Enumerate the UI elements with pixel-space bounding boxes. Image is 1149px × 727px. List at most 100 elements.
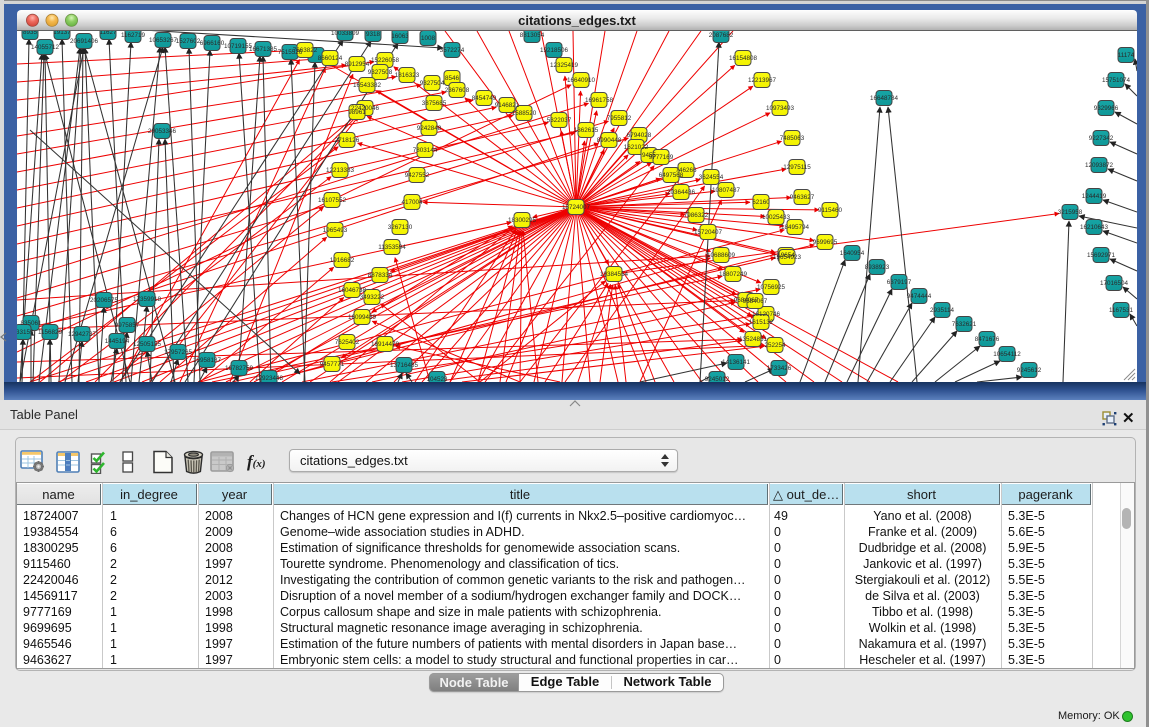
svg-text:16210643: 16210643 xyxy=(1080,224,1109,231)
svg-text:16154808: 16154808 xyxy=(729,55,758,62)
svg-text:10025433: 10025433 xyxy=(762,214,791,221)
svg-text:9474444: 9474444 xyxy=(907,293,932,300)
svg-text:104523: 104523 xyxy=(426,376,448,382)
svg-text:13716485: 13716485 xyxy=(390,362,419,369)
svg-text:19137: 19137 xyxy=(53,31,71,36)
svg-text:1816323: 1816323 xyxy=(395,72,420,79)
svg-text:8454749: 8454749 xyxy=(472,95,497,102)
svg-text:9242848: 9242848 xyxy=(417,125,442,132)
svg-text:10958187: 10958187 xyxy=(193,357,222,364)
svg-text:16046738: 16046738 xyxy=(338,287,367,294)
svg-text:3267130: 3267130 xyxy=(388,224,413,231)
svg-text:20364436: 20364436 xyxy=(667,189,696,196)
svg-text:1008: 1008 xyxy=(421,35,436,42)
svg-text:3493222: 3493222 xyxy=(360,294,385,301)
svg-text:10653267: 10653267 xyxy=(149,37,178,44)
svg-text:18807249: 18807249 xyxy=(719,271,748,278)
svg-text:15751074: 15751074 xyxy=(1102,77,1131,84)
svg-text:1156829: 1156829 xyxy=(38,329,63,336)
svg-text:12505135: 12505135 xyxy=(133,341,162,348)
svg-text:9699695: 9699695 xyxy=(813,239,838,246)
svg-text:9327508: 9327508 xyxy=(368,69,393,76)
svg-text:10807487: 10807487 xyxy=(712,187,741,194)
svg-text:11353594: 11353594 xyxy=(378,244,406,251)
svg-text:19654923: 19654923 xyxy=(773,254,802,261)
svg-text:62160: 62160 xyxy=(752,199,770,206)
svg-text:1916682: 1916682 xyxy=(330,257,355,264)
svg-text:7803144: 7803144 xyxy=(413,147,438,154)
svg-text:18724007: 18724007 xyxy=(562,204,591,211)
svg-text:2087682: 2087682 xyxy=(709,32,734,39)
svg-text:8990448: 8990448 xyxy=(597,137,622,144)
svg-text:8912954: 8912954 xyxy=(345,61,370,68)
svg-text:9329966: 9329966 xyxy=(1094,105,1119,112)
svg-text:10654112: 10654112 xyxy=(993,351,1021,358)
svg-text:10756925: 10756925 xyxy=(757,284,786,291)
svg-text:9777169: 9777169 xyxy=(649,154,674,161)
svg-text:17359918: 17359918 xyxy=(133,296,162,303)
svg-text:12213967: 12213967 xyxy=(748,77,777,84)
svg-text:9684067: 9684067 xyxy=(743,298,768,305)
svg-text:98961: 98961 xyxy=(348,109,366,116)
svg-text:1588520: 1588520 xyxy=(512,110,537,117)
svg-text:16961758: 16961758 xyxy=(585,97,614,104)
svg-text:14055712: 14055712 xyxy=(31,44,60,51)
svg-text:3875685: 3875685 xyxy=(422,100,447,107)
svg-text:8660124: 8660124 xyxy=(318,55,343,62)
svg-text:1362615: 1362615 xyxy=(574,127,599,134)
svg-text:1445194: 1445194 xyxy=(105,338,130,345)
svg-text:15226058: 15226058 xyxy=(371,57,400,64)
svg-text:16099489: 16099489 xyxy=(348,314,377,321)
svg-text:8878334: 8878334 xyxy=(368,272,393,279)
svg-text:18300295: 18300295 xyxy=(508,217,537,224)
svg-text:9427552: 9427552 xyxy=(405,172,430,179)
svg-text:1167531: 1167531 xyxy=(1109,307,1134,314)
svg-text:7986322: 7986322 xyxy=(684,212,709,219)
svg-text:5322037: 5322037 xyxy=(547,117,572,124)
svg-text:19384554: 19384554 xyxy=(600,271,629,278)
svg-text:6497568: 6497568 xyxy=(659,172,684,179)
svg-text:1733426: 1733426 xyxy=(767,365,792,372)
svg-text:252254: 252254 xyxy=(764,342,786,349)
svg-text:10033809: 10033809 xyxy=(331,31,360,37)
svg-text:18495794: 18495794 xyxy=(781,224,810,231)
svg-text:1162719: 1162719 xyxy=(121,32,146,39)
svg-text:7625402: 7625402 xyxy=(335,339,360,346)
svg-text:2935114: 2935114 xyxy=(930,307,955,314)
svg-text:17016504: 17016504 xyxy=(1100,280,1129,287)
svg-text:9245612: 9245612 xyxy=(1017,367,1042,374)
svg-text:3624554: 3624554 xyxy=(699,174,724,181)
svg-text:6966160: 6966160 xyxy=(200,40,225,47)
svg-text:8813054: 8813054 xyxy=(520,32,545,39)
svg-text:11627: 11627 xyxy=(99,31,117,36)
svg-text:9463627: 9463627 xyxy=(790,194,815,201)
svg-text:17957265: 17957265 xyxy=(164,349,193,356)
svg-text:7632621: 7632621 xyxy=(952,321,977,328)
svg-text:7663822: 7663822 xyxy=(293,47,318,54)
svg-text:1621022: 1621022 xyxy=(624,144,649,151)
svg-text:8471676: 8471676 xyxy=(975,336,1000,343)
svg-text:9457771: 9457771 xyxy=(320,361,345,368)
svg-text:10688609: 10688609 xyxy=(707,252,736,259)
svg-text:3215958: 3215958 xyxy=(1058,209,1083,216)
svg-text:12975115: 12975115 xyxy=(783,164,811,171)
svg-text:12942737: 12942737 xyxy=(68,331,97,338)
svg-text:16120746: 16120746 xyxy=(752,311,781,318)
svg-text:16671385: 16671385 xyxy=(249,46,278,53)
svg-text:16063: 16063 xyxy=(391,33,409,40)
svg-text:1527602: 1527602 xyxy=(176,38,201,45)
svg-text:9318: 9318 xyxy=(366,31,381,38)
svg-text:6379197: 6379197 xyxy=(887,279,912,286)
svg-text:12923448: 12923448 xyxy=(255,375,284,382)
svg-text:3572274: 3572274 xyxy=(440,47,465,54)
svg-text:16543382: 16543382 xyxy=(353,82,382,89)
svg-text:16107552: 16107552 xyxy=(318,197,347,204)
svg-text:1640954: 1640954 xyxy=(840,250,865,257)
svg-text:12093872: 12093872 xyxy=(1085,162,1114,169)
svg-text:16914479: 16914479 xyxy=(371,341,400,348)
svg-text:2718126: 2718126 xyxy=(335,137,360,144)
svg-text:15720407: 15720407 xyxy=(694,229,723,236)
svg-text:8935: 8935 xyxy=(23,31,38,36)
svg-text:13524851: 13524851 xyxy=(739,336,768,343)
svg-text:12213383: 12213383 xyxy=(326,167,355,174)
